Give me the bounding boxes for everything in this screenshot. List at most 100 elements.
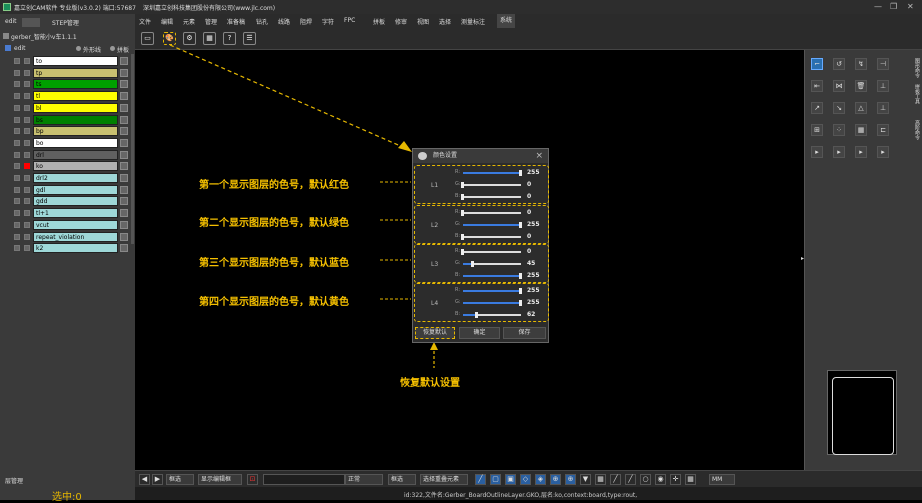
mode-select[interactable]: 框选 [166,474,194,485]
bottom-tool-icon[interactable]: ╱ [625,474,636,485]
slider-handle[interactable] [461,182,464,188]
slider-handle[interactable] [519,300,522,306]
slider-row-g: G: 45 [455,259,547,269]
slider-handle[interactable] [519,273,522,279]
slider-fill [463,275,521,277]
side-label-panel-tools[interactable]: 拼板工具 [912,84,920,104]
slider-handle[interactable] [461,194,464,200]
slider-track[interactable] [463,251,521,253]
right-tool-icon[interactable]: ▸ [877,146,889,158]
bottom-tool-icon[interactable]: ▼ [580,474,591,485]
slider-row-g: G: 255 [455,298,547,308]
select-overlap-button[interactable]: 选择重叠元素 [420,474,468,485]
channel-label: G: [455,181,461,187]
annotation-l3: 第三个显示图层的色号，默认蓝色 [199,258,349,269]
bottom-tool-icon[interactable]: ▦ [685,474,696,485]
side-label-graphics[interactable]: 图形命令 [912,58,920,78]
right-tool-icon[interactable]: ⊥ [877,102,889,114]
channel-label: R: [455,248,461,254]
bottom-tool-icon[interactable]: ◇ [520,474,531,485]
slider-track[interactable] [463,236,521,238]
snap-button[interactable]: 框选 [388,474,416,485]
right-tool-icon[interactable]: ↘ [833,102,845,114]
unit-select[interactable]: MM [709,474,735,485]
slider-handle[interactable] [519,222,522,228]
right-tool-icon[interactable]: ⁘ [833,124,845,136]
channel-label: R: [455,209,461,215]
bottom-tool-icon[interactable]: ▣ [505,474,516,485]
color-group: L2 R: 0 G: 255 B: 0 [414,205,549,244]
slider-row-b: B: 62 [455,310,547,320]
channel-value: 255 [527,272,540,279]
prev-icon[interactable]: ◀ [139,474,150,485]
channel-label: G: [455,221,461,227]
slider-handle[interactable] [519,170,522,176]
right-tool-icon[interactable]: ⊣ [877,58,889,70]
slider-row-g: G: 255 [455,220,547,230]
right-tool-icon[interactable]: △ [855,102,867,114]
group-label: L3 [431,261,439,268]
target-icon[interactable]: ⊡ [247,474,258,485]
annotation-l2: 第二个显示图层的色号，默认绿色 [199,218,349,229]
channel-label: R: [455,287,461,293]
display-edit-box-button[interactable]: 显示编辑框 [198,474,242,485]
right-tool-icon[interactable]: 🗑 [855,80,867,92]
slider-fill [463,290,521,292]
channel-value: 62 [527,311,536,318]
apply-button[interactable]: 确定 [459,327,500,339]
slider-track[interactable] [463,184,521,186]
channel-value: 45 [527,260,536,267]
right-tool-icon[interactable]: ⌐ [811,58,823,70]
right-tool-icon[interactable]: ⊥ [877,80,889,92]
slider-handle[interactable] [471,261,474,267]
slider-handle[interactable] [519,288,522,294]
channel-label: B: [455,193,461,199]
bottom-tool-icon[interactable]: ▦ [595,474,606,485]
normal-select[interactable]: 正常 [345,474,383,485]
bottom-bar: ◀ ▶ 框选 显示编辑框 ⊡ 正常 框选 选择重叠元素 ╱ ▢ ▣ ◇ ◈ ⊕ ⊕ ▼ ▦ ╱ ╱ ○… [135,470,922,487]
right-tool-icon[interactable]: ⋈ [833,80,845,92]
channel-value: 255 [527,299,540,306]
slider-track[interactable] [463,196,521,198]
command-input[interactable] [263,474,345,485]
right-tool-icon[interactable]: ▸ [855,146,867,158]
right-tool-icon[interactable]: ⊞ [811,124,823,136]
side-label-advanced[interactable]: 高阶命令 [912,120,920,140]
bottom-tool-icon[interactable]: ✛ [670,474,681,485]
bottom-tool-icon[interactable]: ⊕ [550,474,561,485]
slider-row-r: R: 0 [455,247,547,257]
right-tool-icon[interactable]: ▸ [833,146,845,158]
slider-handle[interactable] [461,249,464,255]
bottom-tool-icon[interactable]: ◉ [655,474,666,485]
bottom-tool-icon[interactable]: ╱ [475,474,486,485]
bottom-tool-icon[interactable]: ▢ [490,474,501,485]
slider-handle[interactable] [461,234,464,240]
dialog-header: 颜色设置 × [413,149,548,163]
right-tool-icon[interactable]: ⇤ [811,80,823,92]
save-button[interactable]: 保存 [503,327,546,339]
right-tool-icon[interactable]: ⊏ [877,124,889,136]
expand-arrow-icon[interactable]: ▸ [801,255,804,262]
slider-handle[interactable] [461,210,464,216]
right-tool-icon[interactable]: ▦ [855,124,867,136]
bottom-tool-icon[interactable]: ◈ [535,474,546,485]
slider-track[interactable] [463,212,521,214]
right-tool-icon[interactable]: ↺ [833,58,845,70]
bottom-tool-icon[interactable]: ○ [640,474,651,485]
next-icon[interactable]: ▶ [152,474,163,485]
reset-default-button[interactable]: 恢复默认 [415,327,455,339]
right-tool-icon[interactable]: ↗ [811,102,823,114]
mini-preview [827,370,897,455]
slider-fill [463,172,521,174]
slider-row-b: B: 255 [455,271,547,281]
right-tool-icon[interactable]: ↯ [855,58,867,70]
bottom-tool-icon[interactable]: ╱ [610,474,621,485]
close-icon[interactable]: × [535,149,543,163]
bottom-tool-icon[interactable]: ⊕ [565,474,576,485]
status-text: id:322,文件名:Gerber_BoardOutlineLayer.GKO,… [404,492,638,499]
palette-icon [418,152,427,160]
group-label: L2 [431,222,439,229]
right-tool-icon[interactable]: ▸ [811,146,823,158]
slider-handle[interactable] [475,312,478,318]
annotation-l1: 第一个显示图层的色号，默认红色 [199,180,349,191]
